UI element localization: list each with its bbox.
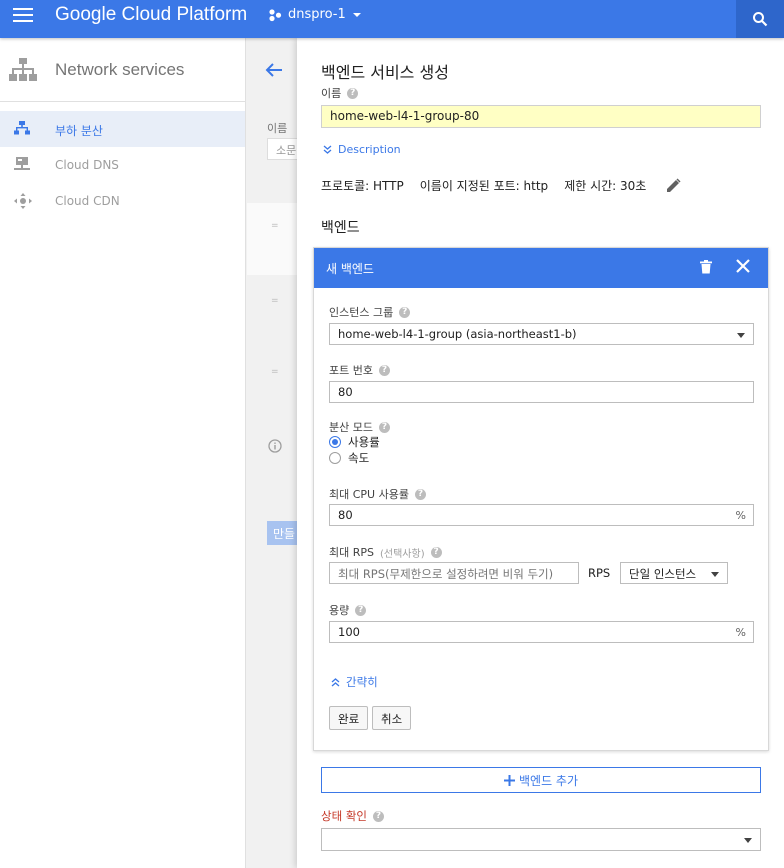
- top-bar: Google Cloud Platform dnspro-1: [0, 0, 784, 38]
- card-header: 새 백엔드: [314, 248, 768, 288]
- done-button[interactable]: 완료: [329, 706, 369, 730]
- max-cpu-input[interactable]: 80 %: [329, 504, 754, 526]
- name-label: 이름 ?: [321, 85, 359, 101]
- name-label-bg: 이름: [267, 122, 288, 135]
- list-item: =: [247, 203, 297, 275]
- project-selector[interactable]: dnspro-1: [268, 7, 362, 22]
- radio-checked-icon: [329, 436, 341, 448]
- timeout-text: 제한 시간: 30초: [564, 179, 647, 193]
- rps-scope-select[interactable]: 단일 인스턴스: [620, 562, 728, 584]
- instance-group-label: 인스턴스 그룹 ?: [329, 304, 411, 320]
- balancing-mode-label: 분산 모드 ?: [329, 419, 390, 435]
- dropdown-caret-icon: [737, 333, 745, 338]
- collapse-toggle[interactable]: 간략히: [331, 674, 378, 690]
- rps-unit-label: RPS: [588, 566, 611, 580]
- sidebar-item-label: Cloud CDN: [55, 194, 120, 208]
- sidebar: Network services 부하 분산 Cloud DNS Cloud C…: [0, 38, 246, 868]
- max-cpu-label: 최대 CPU 사용률 ?: [329, 486, 426, 502]
- pencil-icon[interactable]: [666, 178, 681, 193]
- help-icon[interactable]: ?: [378, 421, 390, 433]
- help-icon[interactable]: ?: [347, 87, 359, 99]
- chevron-down-icon: [323, 145, 332, 154]
- dns-server-icon: [14, 157, 30, 170]
- project-name: dnspro-1: [288, 7, 346, 22]
- radio-utilization[interactable]: 사용률: [329, 434, 380, 450]
- help-icon[interactable]: ?: [399, 306, 411, 318]
- trash-icon[interactable]: [700, 260, 712, 274]
- sidebar-title: Network services: [55, 60, 185, 79]
- protocol-text: 프로토콜: HTTP: [321, 179, 404, 193]
- sidebar-item-cloud-cdn[interactable]: Cloud CDN: [0, 183, 245, 219]
- port-input[interactable]: 80: [329, 381, 754, 403]
- sidebar-item-label: Cloud DNS: [55, 158, 119, 172]
- cdn-icon: [14, 193, 32, 209]
- background-page: 이름 소문 = = = 만들: [247, 38, 307, 868]
- new-backend-card: 새 백엔드 인스턴스 그룹 ? home-web-l4-1-group (asi…: [313, 247, 769, 751]
- cancel-button[interactable]: 취소: [372, 706, 412, 730]
- radio-unchecked-icon: [329, 452, 341, 464]
- port-label: 포트 번호 ?: [329, 362, 390, 378]
- help-icon[interactable]: ?: [430, 546, 442, 558]
- chevron-down-icon: [352, 12, 361, 17]
- search-icon: [753, 12, 768, 27]
- max-rps-label: 최대 RPS (선택사항) ?: [329, 544, 442, 560]
- capacity-input[interactable]: 100 %: [329, 621, 754, 643]
- dropdown-caret-icon: [711, 572, 719, 577]
- sidebar-item-cloud-dns[interactable]: Cloud DNS: [0, 147, 245, 183]
- back-arrow-icon[interactable]: [265, 62, 283, 78]
- list-item: =: [247, 278, 297, 350]
- info-icon: [268, 439, 282, 453]
- capacity-label: 용량 ?: [329, 602, 367, 618]
- close-icon[interactable]: [736, 259, 750, 273]
- instance-group-select[interactable]: home-web-l4-1-group (asia-northeast1-b): [329, 323, 754, 345]
- sidebar-item-label: 부하 분산: [55, 124, 103, 138]
- backend-section-title: 백엔드: [321, 220, 360, 236]
- sidebar-header: Network services: [0, 38, 245, 102]
- add-backend-button[interactable]: 백엔드 추가: [321, 767, 761, 793]
- health-check-select[interactable]: [321, 828, 761, 851]
- network-services-icon: [9, 58, 37, 81]
- plus-icon: [503, 774, 515, 786]
- named-port-text: 이름이 지정된 포트: http: [419, 179, 549, 193]
- percent-suffix: %: [735, 509, 746, 522]
- chevron-up-icon: [331, 677, 340, 686]
- create-backend-service-panel: 백엔드 서비스 생성 이름 ? home-web-l4-1-group-80 D…: [297, 38, 784, 868]
- radio-rate[interactable]: 속도: [329, 450, 369, 466]
- max-rps-input[interactable]: 최대 RPS(무제한으로 설정하려면 비워 두기): [329, 562, 579, 584]
- project-dots-icon: [269, 8, 282, 21]
- protocol-summary: 프로토콜: HTTP 이름이 지정된 포트: http 제한 시간: 30초: [321, 177, 681, 194]
- card-title: 새 백엔드: [326, 262, 374, 276]
- sidebar-nav: 부하 분산 Cloud DNS Cloud CDN: [0, 102, 245, 219]
- health-check-label: 상태 확인 ?: [321, 808, 384, 824]
- help-icon[interactable]: ?: [355, 604, 367, 616]
- dropdown-caret-icon: [744, 838, 752, 843]
- name-input[interactable]: home-web-l4-1-group-80: [321, 105, 761, 128]
- list-item: =: [247, 353, 297, 425]
- percent-suffix: %: [735, 626, 746, 639]
- load-balancing-icon: [14, 121, 30, 135]
- help-icon[interactable]: ?: [378, 364, 390, 376]
- panel-title: 백엔드 서비스 생성: [321, 63, 449, 82]
- sidebar-item-load-balancing[interactable]: 부하 분산: [0, 111, 245, 147]
- help-icon[interactable]: ?: [414, 488, 426, 500]
- brand-title[interactable]: Google Cloud Platform: [55, 4, 247, 26]
- description-toggle[interactable]: Description: [323, 143, 401, 156]
- menu-icon[interactable]: [13, 8, 33, 24]
- help-icon[interactable]: ?: [372, 810, 384, 822]
- search-button[interactable]: [736, 0, 784, 38]
